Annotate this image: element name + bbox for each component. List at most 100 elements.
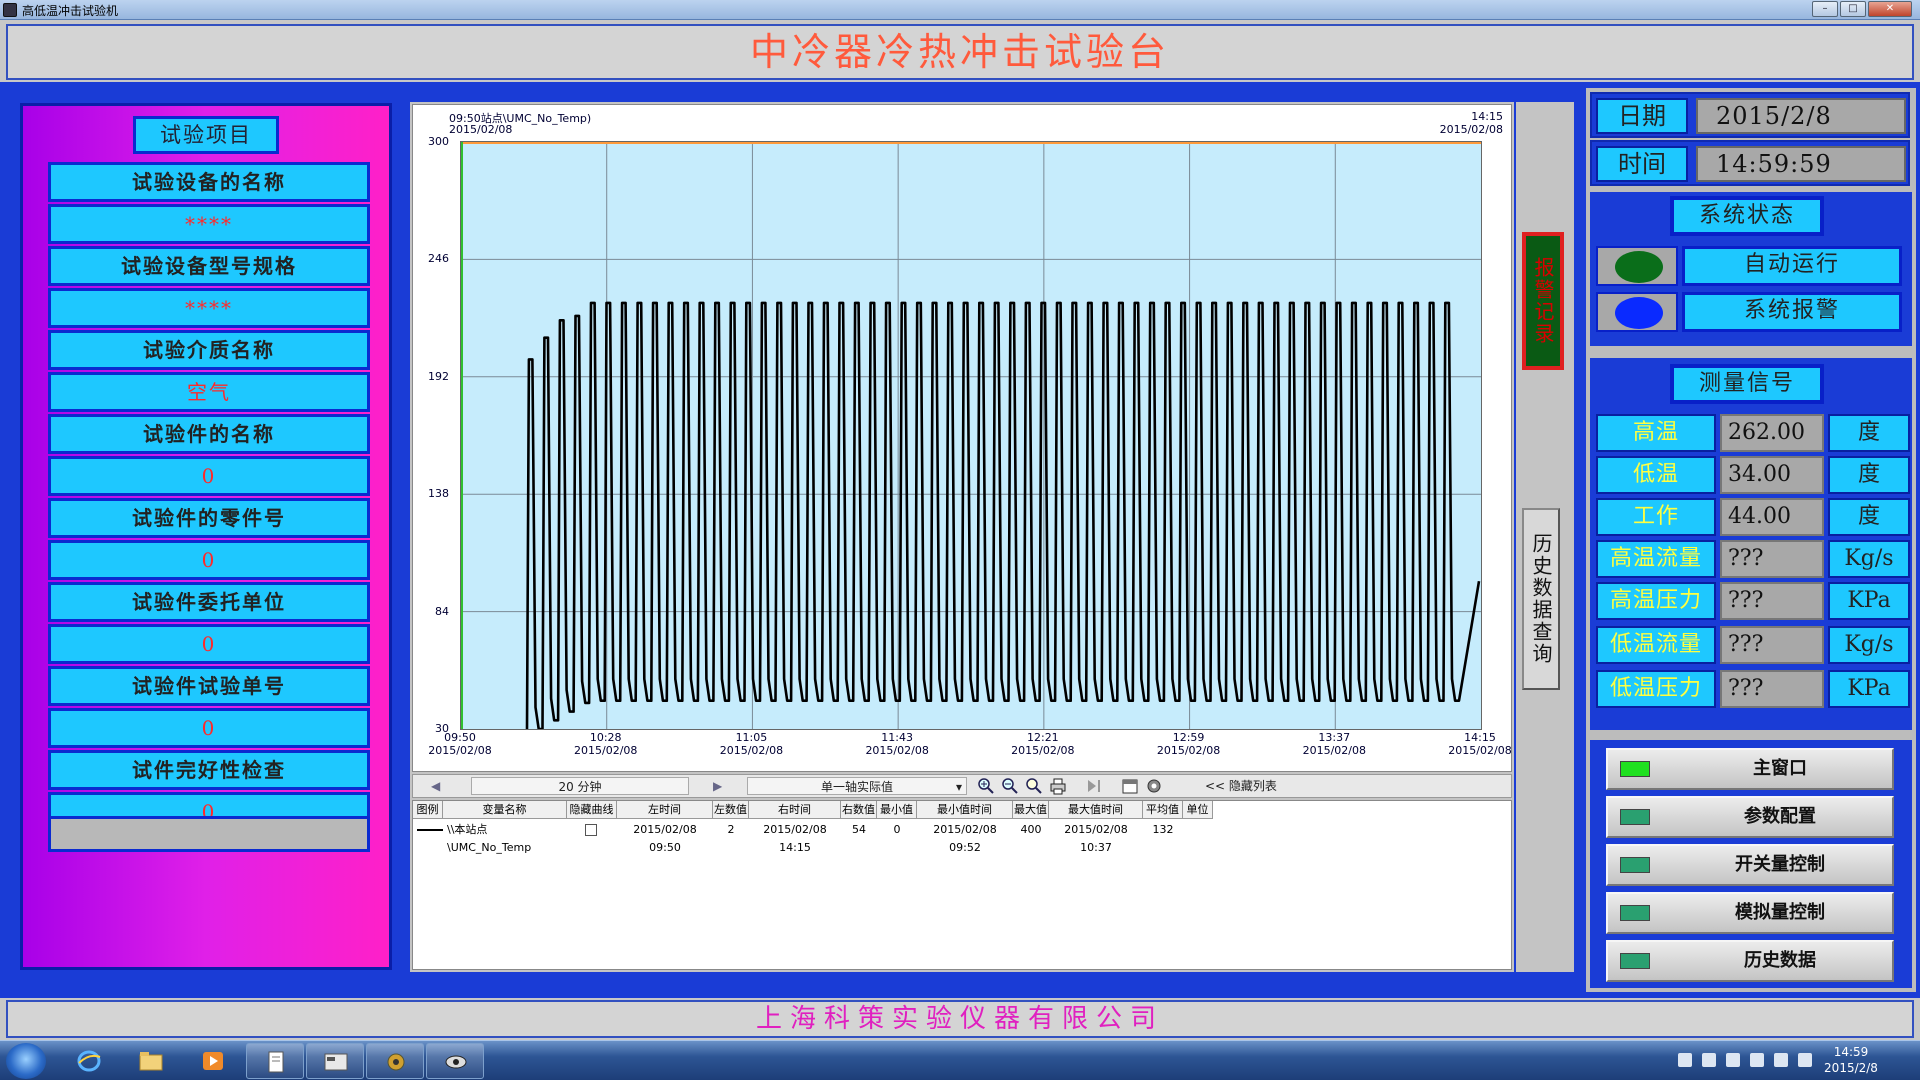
table-header[interactable]: 最小值 bbox=[877, 801, 917, 819]
minimize-button[interactable]: – bbox=[1812, 1, 1838, 17]
led-icon bbox=[1620, 761, 1650, 777]
play-pause-icon[interactable] bbox=[1085, 777, 1103, 795]
led-icon bbox=[1620, 809, 1650, 825]
start-button-icon[interactable] bbox=[6, 1043, 46, 1079]
measure-value: 262.00 bbox=[1720, 414, 1824, 452]
plot-svg bbox=[461, 142, 1481, 731]
ie-icon[interactable] bbox=[60, 1043, 118, 1079]
specimen-name-value[interactable]: 0 bbox=[48, 456, 370, 496]
taskbar-app-notepad[interactable] bbox=[246, 1043, 304, 1079]
tray-shield-icon[interactable] bbox=[1702, 1053, 1716, 1067]
trend-chart-container: 09:50站点\UMC_No_Temp) 2015/02/08 14:15 20… bbox=[410, 102, 1514, 972]
nav-switch-control-button[interactable]: 开关量控制 bbox=[1606, 844, 1894, 886]
tray-flag-icon[interactable] bbox=[1678, 1053, 1692, 1067]
nav-history-data-button[interactable]: 历史数据 bbox=[1606, 940, 1894, 982]
close-button[interactable]: ✕ bbox=[1868, 1, 1912, 17]
time-span-field[interactable]: 20 分钟 bbox=[471, 777, 689, 795]
calendar-icon[interactable] bbox=[1121, 777, 1139, 795]
table-header[interactable]: 最大值 bbox=[1013, 801, 1049, 819]
table-header[interactable]: 左时间 bbox=[617, 801, 713, 819]
table-cell-avg: 132 bbox=[1152, 823, 1174, 836]
medium-name-value[interactable]: 空气 bbox=[48, 372, 370, 412]
page-title: 中冷器冷热冲击试验台 bbox=[6, 24, 1914, 80]
table-cell-var[interactable]: \\本站点\UMC_No_Temp bbox=[447, 821, 571, 854]
date-value: 2015/2/8 bbox=[1696, 98, 1906, 134]
tray-power-icon[interactable] bbox=[1774, 1053, 1788, 1067]
x-tick-date: 2015/02/08 bbox=[574, 744, 638, 757]
measure-unit: 度 bbox=[1828, 498, 1910, 536]
plot-area[interactable] bbox=[460, 141, 1482, 731]
test-item-header: 试验项目 bbox=[133, 116, 279, 154]
prev-page-button[interactable]: ◀ bbox=[431, 777, 440, 795]
zoom-out-icon[interactable] bbox=[1001, 777, 1019, 795]
nav-analog-control-button[interactable]: 模拟量控制 bbox=[1606, 892, 1894, 934]
table-header[interactable]: 单位 bbox=[1183, 801, 1213, 819]
measure-name: 工作 bbox=[1596, 498, 1716, 536]
measure-row: 低温流量 ??? Kg/s bbox=[1592, 624, 1912, 664]
title-bar: 高低温冲击试验机 – □ ✕ bbox=[0, 0, 1920, 20]
table-header[interactable]: 平均值 bbox=[1143, 801, 1183, 819]
equipment-model-label: 试验设备型号规格 bbox=[48, 246, 370, 286]
hide-list-button[interactable]: << 隐藏列表 bbox=[1205, 777, 1325, 795]
next-page-button[interactable]: ▶ bbox=[713, 777, 722, 795]
taskbar-app-tools[interactable] bbox=[366, 1043, 424, 1079]
table-header[interactable]: 图例 bbox=[413, 801, 443, 819]
measure-unit: KPa bbox=[1828, 670, 1910, 708]
taskbar-clock[interactable]: 14:59 2015/2/8 bbox=[1816, 1044, 1886, 1076]
print-icon[interactable] bbox=[1049, 777, 1067, 795]
integrity-check-label: 试件完好性检查 bbox=[48, 750, 370, 790]
table-header[interactable]: 变量名称 bbox=[443, 801, 567, 819]
nav-label: 开关量控制 bbox=[1735, 854, 1825, 875]
history-query-button[interactable]: 历史数据查询 bbox=[1522, 508, 1560, 690]
tray-speaker-icon[interactable] bbox=[1798, 1053, 1812, 1067]
hide-curve-checkbox[interactable] bbox=[585, 821, 601, 839]
zoom-in-icon[interactable] bbox=[977, 777, 995, 795]
auto-run-label: 自动运行 bbox=[1682, 246, 1902, 286]
nav-param-config-button[interactable]: 参数配置 bbox=[1606, 796, 1894, 838]
equipment-name-value[interactable]: **** bbox=[48, 204, 370, 244]
chart-header-left-date: 2015/02/08 bbox=[449, 123, 513, 136]
media-player-icon[interactable] bbox=[184, 1043, 242, 1079]
test-order-value[interactable]: 0 bbox=[48, 708, 370, 748]
tray-volume-icon[interactable] bbox=[1750, 1053, 1764, 1067]
table-header[interactable]: 隐藏曲线 bbox=[567, 801, 617, 819]
table-cell-right-value: 54 bbox=[852, 823, 866, 836]
table-header[interactable]: 右时间 bbox=[749, 801, 841, 819]
settings-gear-icon[interactable] bbox=[1145, 777, 1163, 795]
time-label: 时间 bbox=[1596, 146, 1688, 182]
axis-mode-select[interactable]: 单一轴实际值 ▾ bbox=[747, 777, 967, 795]
measure-name: 低温 bbox=[1596, 456, 1716, 494]
x-tick-time: 11:05 bbox=[735, 731, 768, 744]
led-icon bbox=[1620, 905, 1650, 921]
table-cell-min-time: 2015/02/08 09:52 bbox=[933, 823, 997, 854]
folder-icon[interactable] bbox=[122, 1043, 180, 1079]
measure-unit: 度 bbox=[1828, 456, 1910, 494]
measure-row: 低温压力 ??? KPa bbox=[1592, 668, 1912, 708]
status-dot-icon bbox=[1615, 297, 1663, 329]
maximize-button[interactable]: □ bbox=[1840, 1, 1866, 17]
zoom-fit-icon[interactable] bbox=[1025, 777, 1043, 795]
equipment-name-label: 试验设备的名称 bbox=[48, 162, 370, 202]
table-header[interactable]: 最大值时间 bbox=[1049, 801, 1143, 819]
taskbar-app-panel[interactable] bbox=[306, 1043, 364, 1079]
measure-value: 34.00 bbox=[1720, 456, 1824, 494]
clock-time: 14:59 bbox=[1833, 1045, 1869, 1059]
taskbar-app-scada[interactable] bbox=[426, 1043, 484, 1079]
equipment-model-value[interactable]: **** bbox=[48, 288, 370, 328]
table-header[interactable]: 左数值 bbox=[713, 801, 749, 819]
x-tick-label: 13:37 2015/02/08 bbox=[1294, 731, 1374, 757]
part-number-value[interactable]: 0 bbox=[48, 540, 370, 580]
part-number-label: 试验件的零件号 bbox=[48, 498, 370, 538]
app-window: 高低温冲击试验机 – □ ✕ 中冷器冷热冲击试验台 试验项目 试验设备的名称 *… bbox=[0, 0, 1920, 1080]
nav-main-window-button[interactable]: 主窗口 bbox=[1606, 748, 1894, 790]
tray-network-icon[interactable] bbox=[1726, 1053, 1740, 1067]
measure-name: 高温压力 bbox=[1596, 582, 1716, 620]
table-cell-max: 400 bbox=[1020, 823, 1042, 836]
test-order-label: 试验件试验单号 bbox=[48, 666, 370, 706]
table-header[interactable]: 最小值时间 bbox=[917, 801, 1013, 819]
client-unit-value[interactable]: 0 bbox=[48, 624, 370, 664]
table-header[interactable]: 右数值 bbox=[841, 801, 877, 819]
alarm-record-button[interactable]: 报警记录 bbox=[1522, 232, 1564, 370]
x-tick-date: 2015/02/08 bbox=[428, 744, 492, 757]
measure-name: 低温流量 bbox=[1596, 626, 1716, 664]
